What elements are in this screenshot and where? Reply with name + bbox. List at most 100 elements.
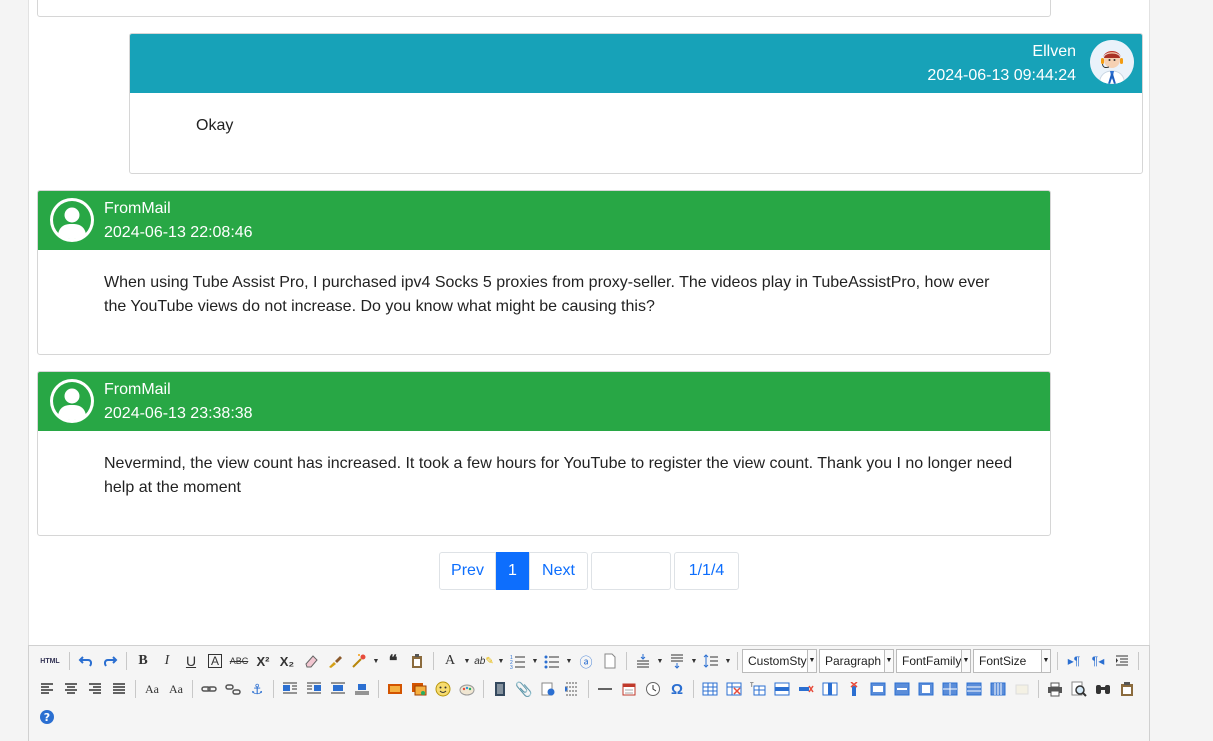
search-replace-icon[interactable] <box>1092 678 1114 700</box>
link-icon[interactable] <box>198 678 220 700</box>
font-size-value: FontSize <box>979 654 1027 668</box>
message-header: FromMail 2024-06-13 22:08:46 <box>38 191 1050 250</box>
page-info: 1/1/4 <box>674 552 739 590</box>
image-float-right-icon[interactable] <box>303 678 325 700</box>
print-icon[interactable] <box>1044 678 1066 700</box>
paragraph-select[interactable]: Paragraph ▼ <box>819 649 894 673</box>
row-spacing-top-icon[interactable] <box>632 650 654 672</box>
dropdown-arrow-icon[interactable]: ▼ <box>497 650 505 672</box>
horizontal-rule-icon[interactable] <box>594 678 616 700</box>
eraser-icon[interactable] <box>300 650 322 672</box>
preview-icon[interactable] <box>1068 678 1090 700</box>
strikethrough-icon[interactable]: ABC <box>228 650 250 672</box>
undo-icon[interactable] <box>75 650 97 672</box>
superscript-icon[interactable]: X² <box>252 650 274 672</box>
html-source-icon[interactable]: HTML <box>36 650 64 672</box>
font-size-select[interactable]: FontSize ▼ <box>973 649 1051 673</box>
dropdown-arrow-icon[interactable]: ▼ <box>463 650 471 672</box>
split-columns-icon[interactable] <box>987 678 1009 700</box>
align-justify-icon[interactable] <box>108 678 130 700</box>
delete-column-icon[interactable] <box>843 678 865 700</box>
indent-icon[interactable] <box>1111 650 1133 672</box>
ordered-list-icon[interactable]: 123 <box>507 650 529 672</box>
split-rows-icon[interactable] <box>963 678 985 700</box>
time-icon[interactable] <box>642 678 664 700</box>
page-break-icon[interactable] <box>561 678 583 700</box>
insert-column-icon[interactable] <box>819 678 841 700</box>
insert-paragraph-before-table-icon[interactable]: T <box>747 678 769 700</box>
image-no-float-icon[interactable] <box>327 678 349 700</box>
dropdown-arrow-icon[interactable]: ▼ <box>724 650 732 672</box>
align-center-icon[interactable] <box>60 678 82 700</box>
multi-image-icon[interactable] <box>408 678 430 700</box>
insert-table-icon[interactable] <box>699 678 721 700</box>
image-center-icon[interactable] <box>351 678 373 700</box>
font-border-icon[interactable]: A <box>204 650 226 672</box>
text-direction-ltr-icon[interactable]: ▸¶ <box>1063 650 1085 672</box>
align-right-icon[interactable] <box>84 678 106 700</box>
split-cells-icon[interactable] <box>939 678 961 700</box>
emoticon-icon[interactable] <box>432 678 454 700</box>
font-family-value: FontFamily <box>902 654 962 668</box>
toolbar-separator <box>626 652 627 670</box>
subscript-icon[interactable]: X₂ <box>276 650 298 672</box>
auto-format-icon[interactable] <box>348 650 370 672</box>
insert-video-icon[interactable] <box>489 678 511 700</box>
toolbar-separator <box>192 680 193 698</box>
dropdown-arrow-icon[interactable]: ▼ <box>690 650 698 672</box>
underline-icon[interactable]: U <box>180 650 202 672</box>
message-header: FromMail 2024-06-13 23:38:38 <box>38 372 1050 431</box>
blockquote-icon[interactable]: ❝ <box>382 650 404 672</box>
message-author: FromMail <box>104 381 171 398</box>
dropdown-arrow-icon[interactable]: ▼ <box>372 650 380 672</box>
uppercase-icon[interactable]: Aa <box>141 678 163 700</box>
toolbar-separator <box>378 680 379 698</box>
scrawl-icon[interactable] <box>456 678 478 700</box>
date-icon[interactable] <box>618 678 640 700</box>
lowercase-icon[interactable]: Aa <box>165 678 187 700</box>
anchor-icon[interactable]: ⚓ <box>246 678 268 700</box>
paste-text-icon[interactable] <box>406 650 428 672</box>
image-float-left-icon[interactable] <box>279 678 301 700</box>
dropdown-arrow-icon[interactable]: ▼ <box>565 650 573 672</box>
unordered-list-icon[interactable] <box>541 650 563 672</box>
dropdown-arrow-icon[interactable]: ▼ <box>531 650 539 672</box>
font-family-select[interactable]: FontFamily ▼ <box>896 649 971 673</box>
special-chars-icon[interactable]: Ω <box>666 678 688 700</box>
svg-text:3: 3 <box>510 665 513 669</box>
delete-table-icon[interactable] <box>723 678 745 700</box>
line-height-icon[interactable] <box>700 650 722 672</box>
paragraph-value: Paragraph <box>825 654 882 668</box>
email-icon[interactable]: ⓐ <box>575 650 597 672</box>
row-spacing-bottom-icon[interactable] <box>666 650 688 672</box>
help-icon[interactable]: ? <box>36 706 58 728</box>
custom-style-select[interactable]: CustomSty ▼ <box>742 649 817 673</box>
merge-cells-icon[interactable] <box>867 678 889 700</box>
merge-right-icon[interactable] <box>891 678 913 700</box>
font-color-icon[interactable]: A <box>439 650 461 672</box>
message-timestamp: 2024-06-13 22:08:46 <box>104 224 253 241</box>
bold-icon[interactable]: B <box>132 650 154 672</box>
text-direction-rtl-icon[interactable]: ¶◂ <box>1087 650 1109 672</box>
format-brush-icon[interactable] <box>324 650 346 672</box>
background-color-icon[interactable]: ab ✎ <box>473 650 495 672</box>
dropdown-arrow-icon[interactable]: ▼ <box>656 650 664 672</box>
prev-page-button[interactable]: Prev <box>439 552 496 590</box>
page-1-button[interactable]: 1 <box>496 552 529 590</box>
page-jump-input[interactable] <box>591 552 671 590</box>
toolbar-separator <box>69 652 70 670</box>
insert-image-icon[interactable] <box>384 678 406 700</box>
redo-icon[interactable] <box>99 650 121 672</box>
align-left-icon[interactable] <box>36 678 58 700</box>
unlink-icon[interactable] <box>222 678 244 700</box>
insert-frame-icon[interactable] <box>537 678 559 700</box>
next-page-button[interactable]: Next <box>529 552 588 590</box>
new-document-icon[interactable] <box>599 650 621 672</box>
merge-down-icon[interactable] <box>915 678 937 700</box>
attachment-icon[interactable]: 📎 <box>513 678 535 700</box>
delete-row-icon[interactable] <box>795 678 817 700</box>
template-icon[interactable] <box>1116 678 1138 700</box>
insert-row-icon[interactable] <box>771 678 793 700</box>
editor-toolbar: HTML B I U A ABC X² X₂ ▼ ❝ A ▼ ab ✎ ▼ 123… <box>28 645 1150 741</box>
italic-icon[interactable]: I <box>156 650 178 672</box>
